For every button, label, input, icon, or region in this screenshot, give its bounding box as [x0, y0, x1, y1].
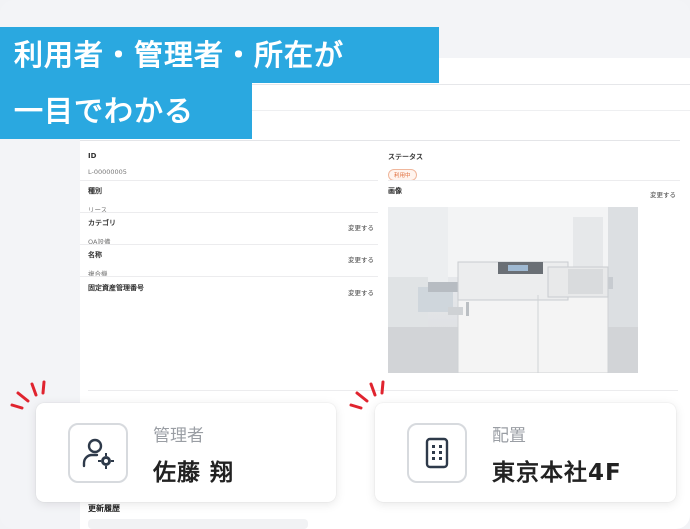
manager-card: 管理者 佐藤 翔 [36, 403, 336, 502]
field-id-value: L-00000005 [88, 168, 127, 176]
history-tabs[interactable] [88, 519, 308, 529]
field-asset-no-label: 固定資産管理番号 [88, 284, 144, 292]
field-id: ID L-00000005 [88, 152, 127, 176]
field-image-label: 画像 [388, 187, 402, 195]
asset-no-change-link[interactable]: 変更する [348, 287, 374, 297]
field-category: カテゴリ OA設備 [88, 218, 116, 246]
location-label: 配置 [492, 426, 526, 446]
row-divider [388, 180, 680, 181]
field-status: ステータス 利用中 [388, 152, 423, 181]
field-asset-no: 固定資産管理番号 [88, 283, 144, 293]
location-value: 東京本社4F [492, 460, 622, 486]
asset-photo [388, 207, 638, 373]
headline-line-1: 利用者・管理者・所在が [0, 27, 439, 83]
user-gear-icon [68, 423, 128, 483]
app-frame: ID L-00000005 種別 リース カテゴリ OA設備 変更する 名称 複… [0, 0, 690, 529]
category-change-link[interactable]: 変更する [348, 222, 374, 232]
image-change-link[interactable]: 変更する [650, 189, 676, 199]
field-kind: 種別 リース [88, 186, 107, 214]
field-category-label: カテゴリ [88, 219, 116, 227]
manager-value: 佐藤 翔 [153, 460, 235, 486]
history-title: 更新履歴 [88, 504, 120, 513]
manager-label: 管理者 [153, 426, 204, 446]
section-divider [80, 140, 680, 141]
row-divider [80, 212, 378, 213]
name-change-link[interactable]: 変更する [348, 254, 374, 264]
location-card: 配置 東京本社4F [375, 403, 676, 502]
field-id-label: ID [88, 152, 97, 160]
headline-line-2: 一目でわかる [0, 83, 252, 139]
field-image: 画像 [388, 186, 402, 196]
row-divider [80, 276, 378, 277]
field-status-label: ステータス [388, 153, 423, 161]
field-name-label: 名称 [88, 251, 102, 259]
field-kind-label: 種別 [88, 187, 102, 195]
row-divider [80, 244, 378, 245]
row-divider [80, 180, 378, 181]
field-name: 名称 複合機 [88, 250, 108, 278]
building-icon [407, 423, 467, 483]
